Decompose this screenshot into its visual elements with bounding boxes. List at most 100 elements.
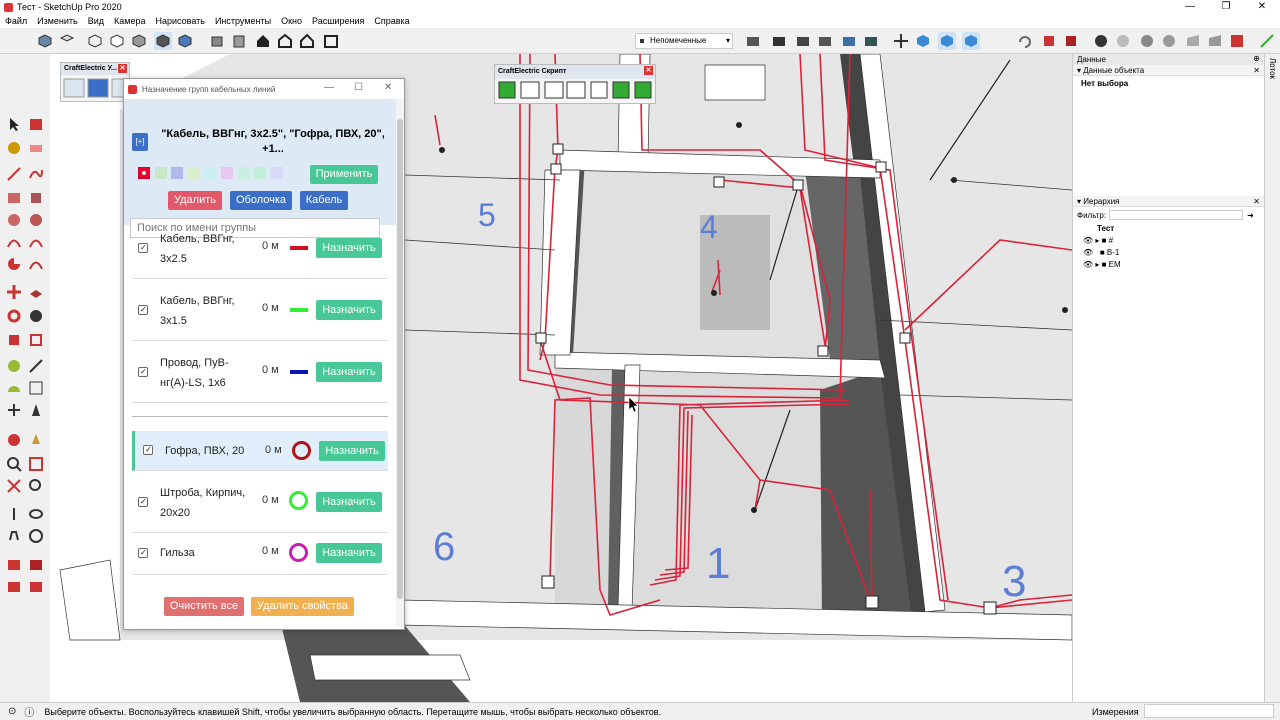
outliner-icon[interactable] [794, 32, 812, 50]
pan-icon[interactable] [28, 432, 44, 448]
eye-icon[interactable]: 👁 ▸ ■ [1083, 236, 1109, 245]
arc3-icon[interactable] [28, 256, 44, 272]
filter-input[interactable] [1109, 210, 1244, 220]
home-icon[interactable] [254, 32, 272, 50]
row-checkbox[interactable] [138, 243, 148, 253]
pin-icon[interactable]: ⊕ [1253, 54, 1260, 63]
filter-arrow-icon[interactable]: ➜ [1247, 211, 1254, 220]
color-swatch[interactable] [204, 167, 217, 179]
tray-tab-label[interactable]: Лоток [1268, 58, 1277, 79]
component-icon[interactable] [744, 32, 762, 50]
zoom-extents-icon[interactable] [6, 478, 22, 494]
arc-icon[interactable] [6, 234, 22, 250]
section-icon[interactable] [840, 32, 858, 50]
row-checkbox[interactable] [138, 367, 148, 377]
back-view-icon[interactable] [298, 32, 316, 50]
assign-button[interactable]: Назначить [316, 238, 382, 258]
assign-button[interactable]: Назначить [316, 362, 382, 382]
tree-item[interactable]: 👁 ▸ ■ # [1073, 235, 1264, 247]
protractor-icon[interactable] [6, 380, 22, 396]
assign-button[interactable]: Назначить [316, 300, 382, 320]
layer-dropdown[interactable]: Непомеченные ▾ [635, 33, 733, 49]
cube-selected-icon[interactable] [962, 32, 980, 50]
list-item[interactable]: Гильза 0 м Назначить [132, 533, 388, 575]
color-swatch[interactable] [254, 167, 267, 179]
previous-view-icon[interactable] [28, 478, 44, 494]
right-view-icon[interactable] [276, 32, 294, 50]
make-component-icon[interactable] [28, 116, 44, 132]
pen-green-icon[interactable] [1258, 32, 1276, 50]
extension-warehouse-icon[interactable] [6, 578, 22, 594]
assign-button[interactable]: Назначить [319, 441, 385, 461]
export-icon[interactable] [1228, 32, 1246, 50]
text-icon[interactable] [28, 380, 44, 396]
color-swatch[interactable] [171, 167, 184, 179]
outliner-header[interactable]: ▾ Иерархия ✕ [1073, 196, 1264, 207]
menu-edit[interactable]: Изменить [32, 16, 83, 26]
dialog-scrollbar[interactable] [396, 99, 404, 627]
zoom-icon[interactable] [6, 456, 22, 472]
menu-extensions[interactable]: Расширения [307, 16, 369, 26]
eye-icon[interactable]: 👁 ■ [1083, 248, 1107, 257]
row-checkbox[interactable] [138, 305, 148, 315]
arc2-icon[interactable] [28, 234, 44, 250]
tree-item[interactable]: 👁 ■ В-1 [1073, 247, 1264, 259]
paint-bucket-icon[interactable] [6, 140, 22, 156]
apply-button[interactable]: Применить [310, 165, 378, 184]
wireframe-icon[interactable] [108, 32, 126, 50]
menu-camera[interactable]: Камера [109, 16, 150, 26]
eraser-icon[interactable] [28, 140, 44, 156]
delete-button[interactable]: Удалить [168, 191, 222, 210]
rotate-icon[interactable] [6, 308, 22, 324]
zoom-window-icon[interactable] [28, 456, 44, 472]
menu-draw[interactable]: Нарисовать [151, 16, 210, 26]
menu-window[interactable]: Окно [276, 16, 307, 26]
circle-icon[interactable] [6, 212, 22, 228]
tape-measure-icon[interactable] [6, 358, 22, 374]
dialog-minimize-button[interactable]: — [324, 82, 334, 93]
axes-tool-icon[interactable] [6, 402, 22, 418]
color-swatch[interactable] [270, 167, 283, 179]
gears2-icon[interactable] [1160, 32, 1178, 50]
color-swatch[interactable] [154, 167, 167, 179]
textured-icon[interactable] [154, 32, 172, 50]
close-icon[interactable]: ✕ [644, 66, 653, 75]
color-swatch[interactable] [187, 167, 200, 179]
menu-view[interactable]: Вид [83, 16, 109, 26]
close-icon[interactable]: ✕ [118, 64, 127, 73]
group-icon[interactable] [770, 32, 788, 50]
iso-view-icon[interactable] [208, 32, 226, 50]
assign-button[interactable]: Назначить [316, 492, 382, 512]
tree-item[interactable]: 👁 ▸ ■ ЕМ [1073, 259, 1264, 271]
rectangle-icon[interactable] [6, 190, 22, 206]
select-arrow-icon[interactable] [6, 116, 22, 132]
menu-help[interactable]: Справка [369, 16, 414, 26]
walk-icon[interactable] [6, 528, 22, 544]
close-icon[interactable]: ✕ [1253, 197, 1260, 206]
view-top-icon[interactable] [58, 32, 76, 50]
tray2-icon[interactable] [1206, 32, 1224, 50]
dialog-close-button[interactable]: ✕ [384, 82, 392, 93]
tree-root[interactable]: Тест [1073, 223, 1264, 235]
color-swatch[interactable] [220, 167, 233, 179]
row-checkbox[interactable] [138, 497, 148, 507]
tray-icon[interactable] [1184, 32, 1202, 50]
gear-icon[interactable] [1092, 32, 1110, 50]
share-model-icon[interactable] [28, 556, 44, 572]
list-item-selected[interactable]: Гофра, ПВХ, 20 0 м Назначить [132, 431, 388, 471]
follow-me-icon[interactable] [28, 308, 44, 324]
cable-button[interactable]: Кабель [300, 191, 348, 210]
paint-icon[interactable] [1040, 32, 1058, 50]
script-palette-tools[interactable] [495, 79, 655, 103]
xray-icon[interactable] [86, 32, 104, 50]
push-pull-icon[interactable] [28, 284, 44, 300]
paint2-icon[interactable] [1062, 32, 1080, 50]
delete-properties-button[interactable]: Удалить свойства [251, 597, 354, 616]
rotated-rect-icon[interactable] [28, 190, 44, 206]
view-iso-icon[interactable] [36, 32, 54, 50]
sheath-button[interactable]: Оболочка [230, 191, 292, 210]
monochrome-icon[interactable] [176, 32, 194, 50]
warehouse-icon[interactable] [6, 556, 22, 572]
shaded-icon[interactable] [130, 32, 148, 50]
measurements-input[interactable] [1144, 704, 1274, 718]
